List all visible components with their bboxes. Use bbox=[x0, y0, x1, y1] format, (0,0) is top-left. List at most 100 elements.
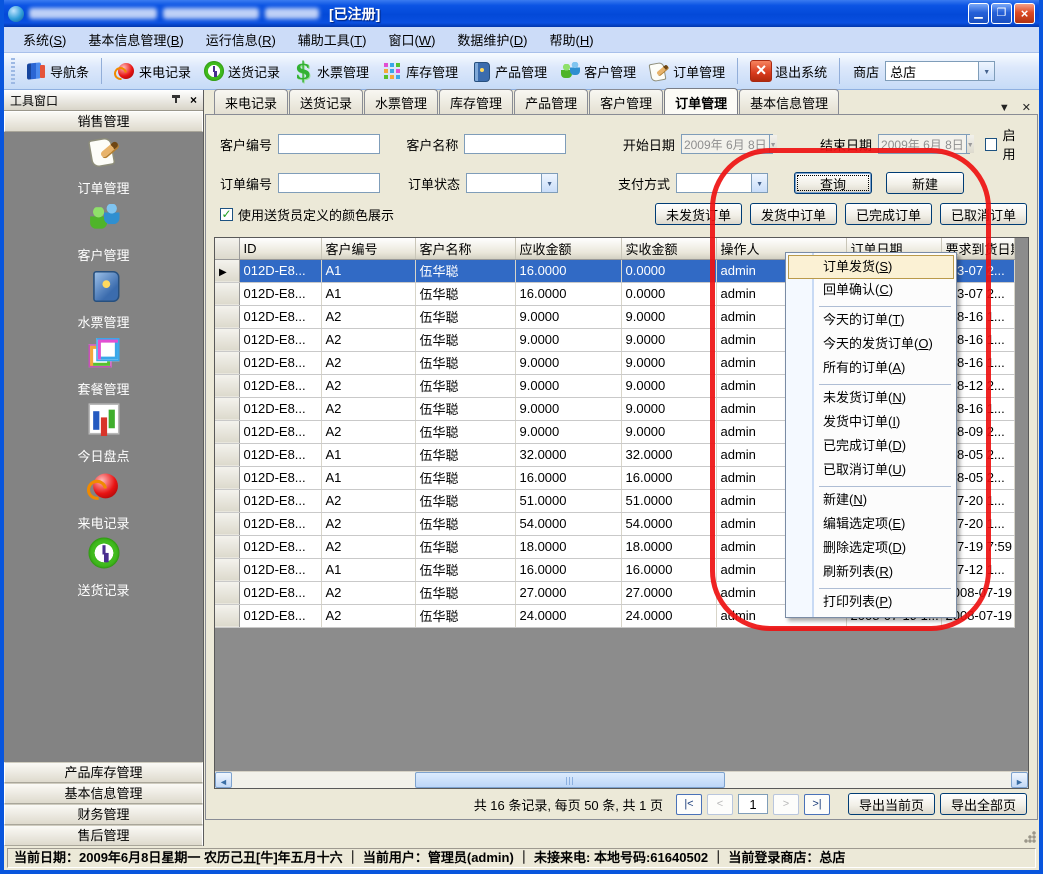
next-page-button[interactable]: > bbox=[773, 794, 799, 815]
filter-button-已完成订单[interactable]: 已完成订单 bbox=[845, 203, 932, 225]
chevron-down-icon[interactable] bbox=[751, 174, 767, 192]
first-page-button[interactable]: |< bbox=[676, 794, 702, 815]
row-selector[interactable] bbox=[215, 351, 239, 374]
row-selector[interactable] bbox=[215, 581, 239, 604]
prev-page-button[interactable]: < bbox=[707, 794, 733, 815]
row-selector[interactable] bbox=[215, 466, 239, 489]
row-selector[interactable] bbox=[215, 328, 239, 351]
maximize-button[interactable]: ❐ bbox=[991, 3, 1012, 24]
menubar-item-B[interactable]: 基本信息管理(B) bbox=[77, 27, 194, 52]
sidebar-item-来电记录[interactable]: 来电记录 bbox=[4, 481, 203, 532]
shop-select[interactable]: 总店 bbox=[885, 61, 995, 81]
context-menu-item-未发货订单[interactable]: 未发货订单(N) bbox=[787, 387, 955, 411]
row-selector[interactable] bbox=[215, 305, 239, 328]
menubar-item-R[interactable]: 运行信息(R) bbox=[195, 27, 287, 52]
close-button[interactable]: × bbox=[1014, 3, 1035, 24]
row-selector[interactable] bbox=[215, 443, 239, 466]
chevron-down-icon[interactable] bbox=[769, 135, 777, 153]
export-current-page-button[interactable]: 导出当前页 bbox=[848, 793, 935, 815]
toolbar-water-ticket-button[interactable]: 水票管理 bbox=[287, 58, 374, 84]
row-selector[interactable] bbox=[215, 604, 239, 627]
tab-订单管理[interactable]: 订单管理 bbox=[664, 88, 738, 114]
color-checkbox[interactable]: ✓ bbox=[220, 208, 233, 221]
context-menu-item-回单确认[interactable]: 回单确认(C) bbox=[787, 279, 955, 303]
order-no-input[interactable] bbox=[278, 173, 380, 193]
filter-button-发货中订单[interactable]: 发货中订单 bbox=[750, 203, 837, 225]
query-button[interactable]: 查询 bbox=[794, 172, 872, 194]
row-selector[interactable] bbox=[215, 489, 239, 512]
sidebar-item-套餐管理[interactable]: 套餐管理 bbox=[4, 347, 203, 398]
sidebar-item-今日盘点[interactable]: 今日盘点 bbox=[4, 414, 203, 465]
menubar-item-S[interactable]: 系统(S) bbox=[12, 27, 77, 52]
scrollbar-thumb[interactable] bbox=[415, 772, 725, 788]
scroll-left-icon[interactable] bbox=[215, 772, 232, 788]
resize-grip[interactable] bbox=[1024, 831, 1036, 843]
menubar-item-T[interactable]: 辅助工具(T) bbox=[287, 27, 378, 52]
column-header-实收金额[interactable]: 实收金额 bbox=[621, 238, 716, 259]
sidebar-section-财务管理[interactable]: 财务管理 bbox=[4, 804, 203, 825]
toolbar-navbar-button[interactable]: 导航条 bbox=[20, 58, 94, 84]
page-number-input[interactable] bbox=[738, 794, 768, 814]
row-selector[interactable] bbox=[215, 512, 239, 535]
context-menu-item-新建[interactable]: 新建(N) bbox=[787, 489, 955, 513]
enable-checkbox[interactable] bbox=[985, 138, 997, 151]
toolbar-product-button[interactable]: 产品管理 bbox=[465, 58, 552, 84]
context-menu-item-今天的发货订单[interactable]: 今天的发货订单(O) bbox=[787, 333, 955, 357]
export-all-pages-button[interactable]: 导出全部页 bbox=[940, 793, 1027, 815]
toolbar-exit-button[interactable]: 退出系统 bbox=[745, 58, 832, 84]
filter-button-已取消订单[interactable]: 已取消订单 bbox=[940, 203, 1027, 225]
context-menu-item-订单发货[interactable]: 订单发货(S) bbox=[788, 255, 954, 279]
last-page-button[interactable]: >| bbox=[804, 794, 830, 815]
sidebar-section-售后管理[interactable]: 售后管理 bbox=[4, 825, 203, 846]
column-header-客户名称[interactable]: 客户名称 bbox=[415, 238, 515, 259]
menubar-item-H[interactable]: 帮助(H) bbox=[538, 27, 604, 52]
context-menu-item-所有的订单[interactable]: 所有的订单(A) bbox=[787, 357, 955, 381]
row-selector[interactable] bbox=[215, 397, 239, 420]
minimize-button[interactable]: ▁ bbox=[968, 3, 989, 24]
context-menu-item-已取消订单[interactable]: 已取消订单(U) bbox=[787, 459, 955, 483]
context-menu-item-已完成订单[interactable]: 已完成订单(D) bbox=[787, 435, 955, 459]
context-menu-item-删除选定项[interactable]: 删除选定项(D) bbox=[787, 537, 955, 561]
tab-基本信息管理[interactable]: 基本信息管理 bbox=[739, 89, 839, 114]
column-header-应收金额[interactable]: 应收金额 bbox=[515, 238, 621, 259]
sidebar-item-水票管理[interactable]: 水票管理 bbox=[4, 280, 203, 331]
chevron-down-icon[interactable] bbox=[978, 62, 994, 80]
new-button[interactable]: 新建 bbox=[886, 172, 964, 194]
row-selector[interactable] bbox=[215, 558, 239, 581]
end-date-picker[interactable]: 2009年 6月 8日 bbox=[878, 134, 970, 154]
horizontal-scrollbar[interactable] bbox=[215, 771, 1028, 788]
tab-来电记录[interactable]: 来电记录 bbox=[214, 89, 288, 114]
menubar-item-D[interactable]: 数据维护(D) bbox=[446, 27, 538, 52]
sidebar-item-订单管理[interactable]: 订单管理 bbox=[4, 146, 203, 197]
row-selector[interactable] bbox=[215, 282, 239, 305]
tab-客户管理[interactable]: 客户管理 bbox=[589, 89, 663, 114]
row-selector[interactable] bbox=[215, 259, 239, 282]
column-header-ID[interactable]: ID bbox=[239, 238, 321, 259]
sidebar-item-客户管理[interactable]: 客户管理 bbox=[4, 213, 203, 264]
menubar-item-W[interactable]: 窗口(W) bbox=[377, 27, 446, 52]
order-status-select[interactable] bbox=[466, 173, 558, 193]
pay-method-select[interactable] bbox=[676, 173, 768, 193]
customer-name-input[interactable] bbox=[464, 134, 566, 154]
context-menu-item-发货中订单[interactable]: 发货中订单(I) bbox=[787, 411, 955, 435]
sidebar-section-产品库存管理[interactable]: 产品库存管理 bbox=[4, 762, 203, 783]
toolbar-order-button[interactable]: 订单管理 bbox=[643, 58, 730, 84]
tab-list-dropdown-icon[interactable]: ▼ bbox=[993, 102, 1016, 114]
chevron-down-icon[interactable] bbox=[966, 135, 974, 153]
sidebar-section-基本信息管理[interactable]: 基本信息管理 bbox=[4, 783, 203, 804]
row-selector[interactable] bbox=[215, 420, 239, 443]
start-date-picker[interactable]: 2009年 6月 8日 bbox=[681, 134, 773, 154]
tab-产品管理[interactable]: 产品管理 bbox=[514, 89, 588, 114]
tab-库存管理[interactable]: 库存管理 bbox=[439, 89, 513, 114]
context-menu-item-今天的订单[interactable]: 今天的订单(T) bbox=[787, 309, 955, 333]
sidebar-section-sales[interactable]: 销售管理 bbox=[4, 111, 203, 132]
context-menu-item-刷新列表[interactable]: 刷新列表(R) bbox=[787, 561, 955, 585]
row-selector[interactable] bbox=[215, 535, 239, 558]
context-menu-item-编辑选定项[interactable]: 编辑选定项(E) bbox=[787, 513, 955, 537]
tab-送货记录[interactable]: 送货记录 bbox=[289, 89, 363, 114]
scroll-right-icon[interactable] bbox=[1011, 772, 1028, 788]
toolbar-delivery-log-button[interactable]: 送货记录 bbox=[198, 58, 285, 84]
tab-close-icon[interactable]: ✕ bbox=[1016, 101, 1037, 114]
row-selector[interactable] bbox=[215, 374, 239, 397]
column-header-客户编号[interactable]: 客户编号 bbox=[321, 238, 415, 259]
